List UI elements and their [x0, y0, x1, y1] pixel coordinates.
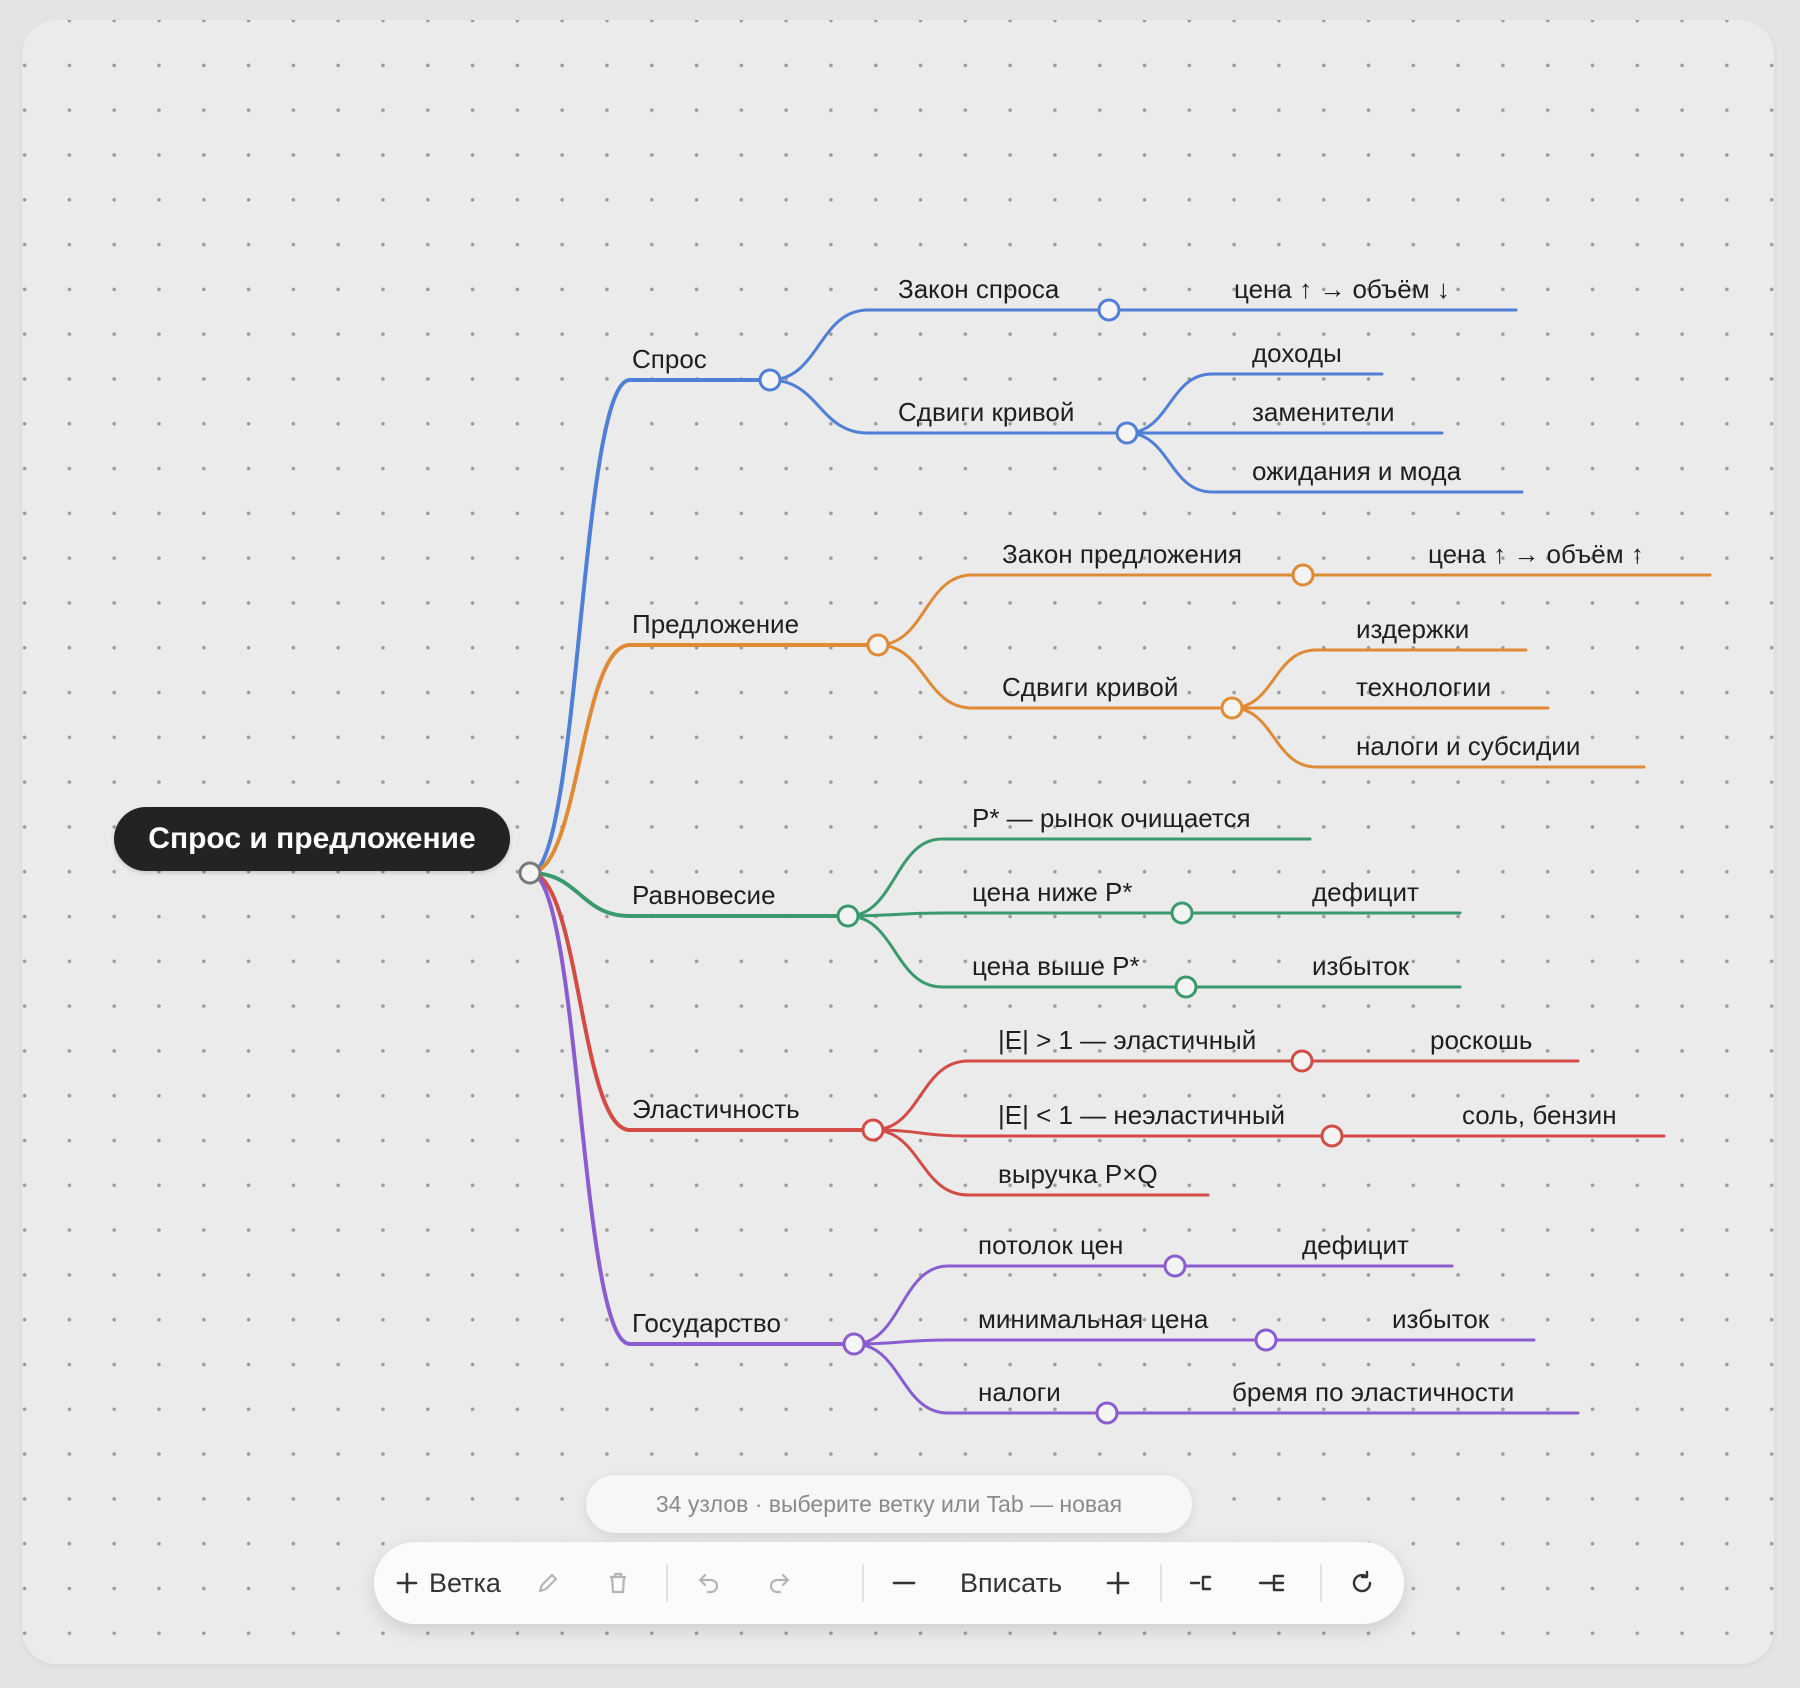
child-label: Закон предложения — [1002, 539, 1242, 569]
redo-button[interactable] — [749, 1542, 809, 1624]
leaf-label: бремя по эластичности — [1232, 1377, 1514, 1407]
redo-icon — [769, 1573, 790, 1594]
child-connector — [852, 1342, 950, 1415]
branch-label: Государство — [632, 1308, 781, 1338]
bottom-toolbar: Ветка Вписать — [374, 1542, 1404, 1624]
minus-icon — [892, 1581, 916, 1585]
child-label: налоги — [978, 1377, 1061, 1407]
child-label: Сдвиги кривой — [898, 397, 1074, 427]
zoom-in-button[interactable] — [1088, 1542, 1148, 1624]
child-label: потолок цен — [978, 1230, 1123, 1260]
child-label: цена ниже P* — [972, 877, 1133, 907]
branch-label: Спрос — [632, 344, 707, 374]
toolbar-divider — [666, 1564, 668, 1602]
child-hub[interactable] — [1095, 1401, 1119, 1425]
zoom-out-button[interactable] — [874, 1542, 934, 1624]
add-branch-button[interactable]: Ветка — [388, 1542, 508, 1624]
expand-icon — [1258, 1574, 1285, 1592]
collapse-icon — [1189, 1575, 1212, 1591]
child-connector — [852, 1264, 950, 1346]
branch-hub[interactable] — [758, 368, 782, 392]
leaf-label: дефицит — [1302, 1230, 1409, 1260]
refresh-icon — [1352, 1570, 1372, 1593]
leaf-label: цена ↑ → объём ↓ — [1234, 274, 1450, 304]
pencil-icon — [538, 1573, 558, 1593]
child-hub[interactable] — [1291, 563, 1315, 587]
branch-hub[interactable] — [861, 1118, 885, 1142]
leaf-label: избыток — [1312, 951, 1410, 981]
child-hub[interactable] — [1220, 696, 1244, 720]
branch-hub[interactable] — [866, 633, 890, 657]
branch-connector — [528, 871, 632, 1346]
child-hub[interactable] — [1170, 901, 1194, 925]
child-label: Закон спроса — [898, 274, 1060, 304]
branch-connector — [528, 643, 632, 875]
trash-icon — [610, 1572, 626, 1594]
leaf-label: технологии — [1356, 672, 1491, 702]
leaf-connector — [1125, 372, 1214, 435]
root-hub[interactable] — [518, 861, 542, 885]
leaf-label: соль, бензин — [1462, 1100, 1617, 1130]
child-connector — [871, 1128, 970, 1197]
leaf-label: цена ↑ → объём ↑ — [1428, 539, 1644, 569]
child-label: |E| < 1 — неэластичный — [998, 1100, 1285, 1130]
child-label: минимальная цена — [978, 1304, 1209, 1334]
branch-label: Предложение — [632, 609, 799, 639]
expand-button[interactable] — [1242, 1542, 1302, 1624]
child-hub[interactable] — [1115, 421, 1139, 445]
branch-label: Эластичность — [632, 1094, 800, 1124]
collapse-button[interactable] — [1172, 1542, 1232, 1624]
child-hub[interactable] — [1290, 1049, 1314, 1073]
leaf-label: доходы — [1252, 338, 1342, 368]
child-label: P* — рынок очищается — [972, 803, 1251, 833]
plus-icon — [396, 1572, 418, 1594]
child-label: |E| > 1 — эластичный — [998, 1025, 1256, 1055]
rename-button[interactable] — [518, 1542, 578, 1624]
leaf-label: заменители — [1252, 397, 1395, 427]
child-connector — [768, 308, 870, 382]
branch-label: Равновесие — [632, 880, 776, 910]
child-hub[interactable] — [1174, 975, 1198, 999]
leaf-label: дефицит — [1312, 877, 1419, 907]
child-connector — [871, 1059, 970, 1132]
refresh-button[interactable] — [1332, 1542, 1392, 1624]
toolbar-divider — [1320, 1564, 1322, 1602]
undo-button[interactable] — [679, 1542, 739, 1624]
child-connector — [768, 378, 870, 435]
toolbar-divider — [1160, 1564, 1162, 1602]
child-connector — [846, 914, 944, 989]
add-branch-label: Ветка — [429, 1567, 501, 1598]
child-hub[interactable] — [1163, 1254, 1187, 1278]
leaf-label: роскошь — [1430, 1025, 1532, 1055]
branch-hub[interactable] — [842, 1332, 866, 1356]
root-node[interactable]: Спрос и предложение — [114, 807, 510, 871]
child-label: Сдвиги кривой — [1002, 672, 1178, 702]
fit-button[interactable]: Вписать — [946, 1542, 1076, 1624]
leaf-connector — [1230, 706, 1318, 769]
plus-icon — [1106, 1571, 1130, 1595]
leaf-label: ожидания и мода — [1252, 456, 1462, 486]
child-connector — [876, 573, 974, 647]
undo-icon — [698, 1573, 719, 1594]
leaf-connector — [1125, 431, 1214, 494]
toolbar-divider — [862, 1564, 864, 1602]
branch-connector — [528, 378, 632, 875]
leaf-label: избыток — [1392, 1304, 1490, 1334]
child-connector — [876, 643, 974, 710]
leaf-label: налоги и субсидии — [1356, 731, 1580, 761]
child-hub[interactable] — [1320, 1124, 1344, 1148]
child-hub[interactable] — [1097, 298, 1121, 322]
leaf-label: издержки — [1356, 614, 1469, 644]
child-hub[interactable] — [1254, 1328, 1278, 1352]
child-label: выручка P×Q — [998, 1159, 1158, 1189]
mindmap-canvas[interactable]: Спрос Закон спроса цена ↑ → объём ↓ Сдвиги … — [22, 20, 1774, 1664]
child-label: цена выше P* — [972, 951, 1140, 981]
branch-hub[interactable] — [836, 904, 860, 928]
child-connector — [846, 837, 944, 918]
fit-label: Вписать — [959, 1567, 1063, 1598]
leaf-connector — [1230, 648, 1318, 710]
delete-button[interactable] — [588, 1542, 648, 1624]
status-hint: 34 узлов · выберите ветку или Tab — нова… — [586, 1475, 1192, 1533]
